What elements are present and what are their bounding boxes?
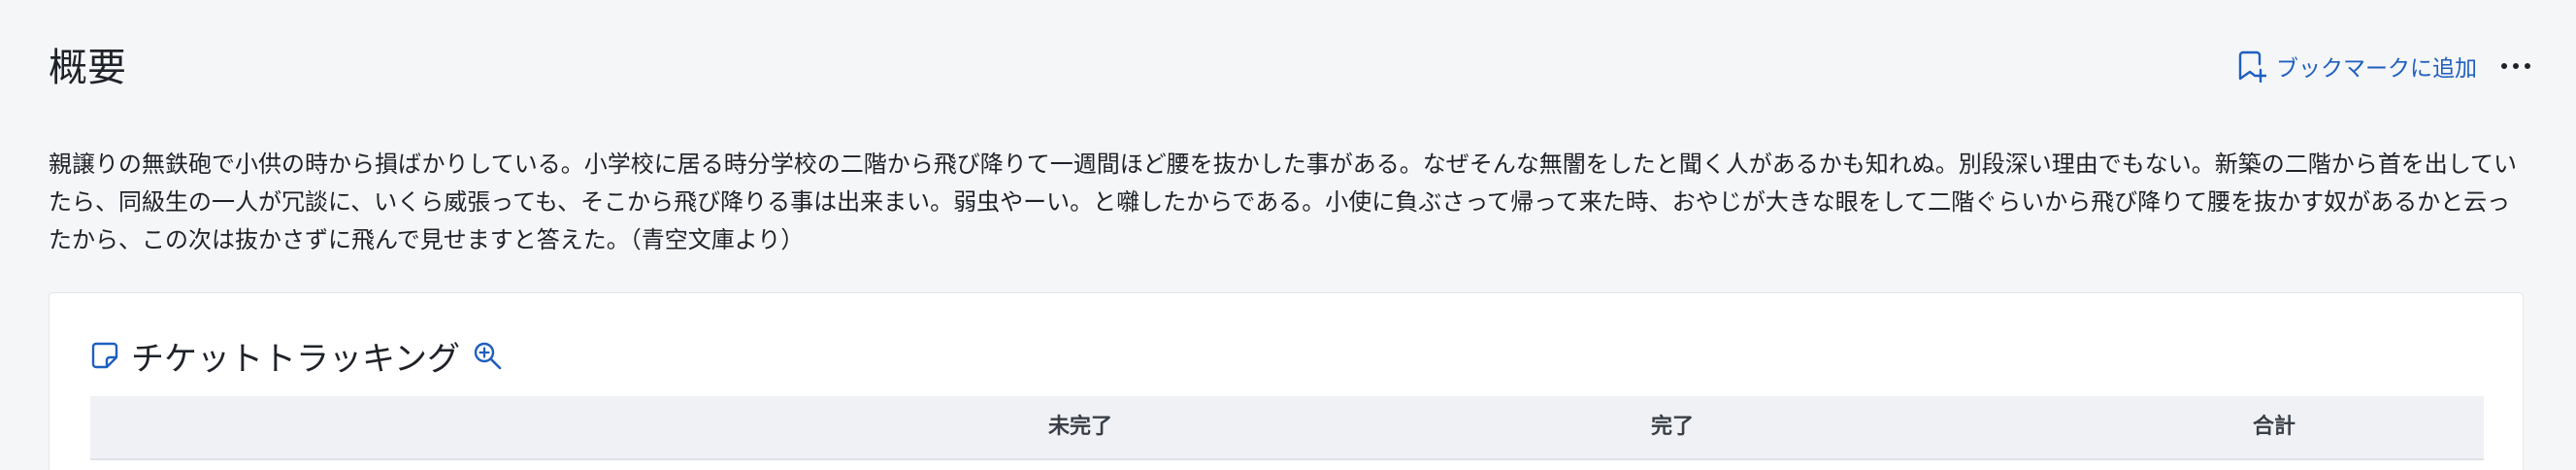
card-header: チケットトラッキング (90, 332, 503, 379)
overview-page: 概要 ブックマークに追加 親譲りの無鉄砲で小供の時から損ばかりしている。小学校に… (0, 0, 2576, 470)
add-bookmark-button[interactable]: ブックマークに追加 (2237, 50, 2477, 83)
page-title: 概要 (49, 46, 126, 90)
add-bookmark-label: ブックマークに追加 (2276, 56, 2477, 82)
zoom-button[interactable] (472, 340, 503, 371)
column-header-incomplete[interactable]: 未完了 (954, 396, 1206, 458)
ticket-table-header: 未完了 完了 合計 (90, 396, 2484, 460)
more-button[interactable] (2496, 47, 2535, 85)
header-actions: ブックマークに追加 (2237, 47, 2535, 85)
zoom-in-icon (474, 342, 502, 370)
column-header-total[interactable]: 合計 (2148, 396, 2400, 458)
bookmark-add-icon (2238, 50, 2266, 83)
note-icon (91, 342, 118, 369)
ticket-tracking-card: チケットトラッキング 未完了 完了 合計 (49, 292, 2524, 470)
more-horizontal-icon (2501, 63, 2530, 69)
column-header-complete[interactable]: 完了 (1546, 396, 1799, 458)
card-title: チケットトラッキング (131, 339, 460, 379)
overview-description: 親譲りの無鉄砲で小供の時から損ばかりしている。小学校に居る時分学校の二階から飛び… (49, 151, 2518, 253)
